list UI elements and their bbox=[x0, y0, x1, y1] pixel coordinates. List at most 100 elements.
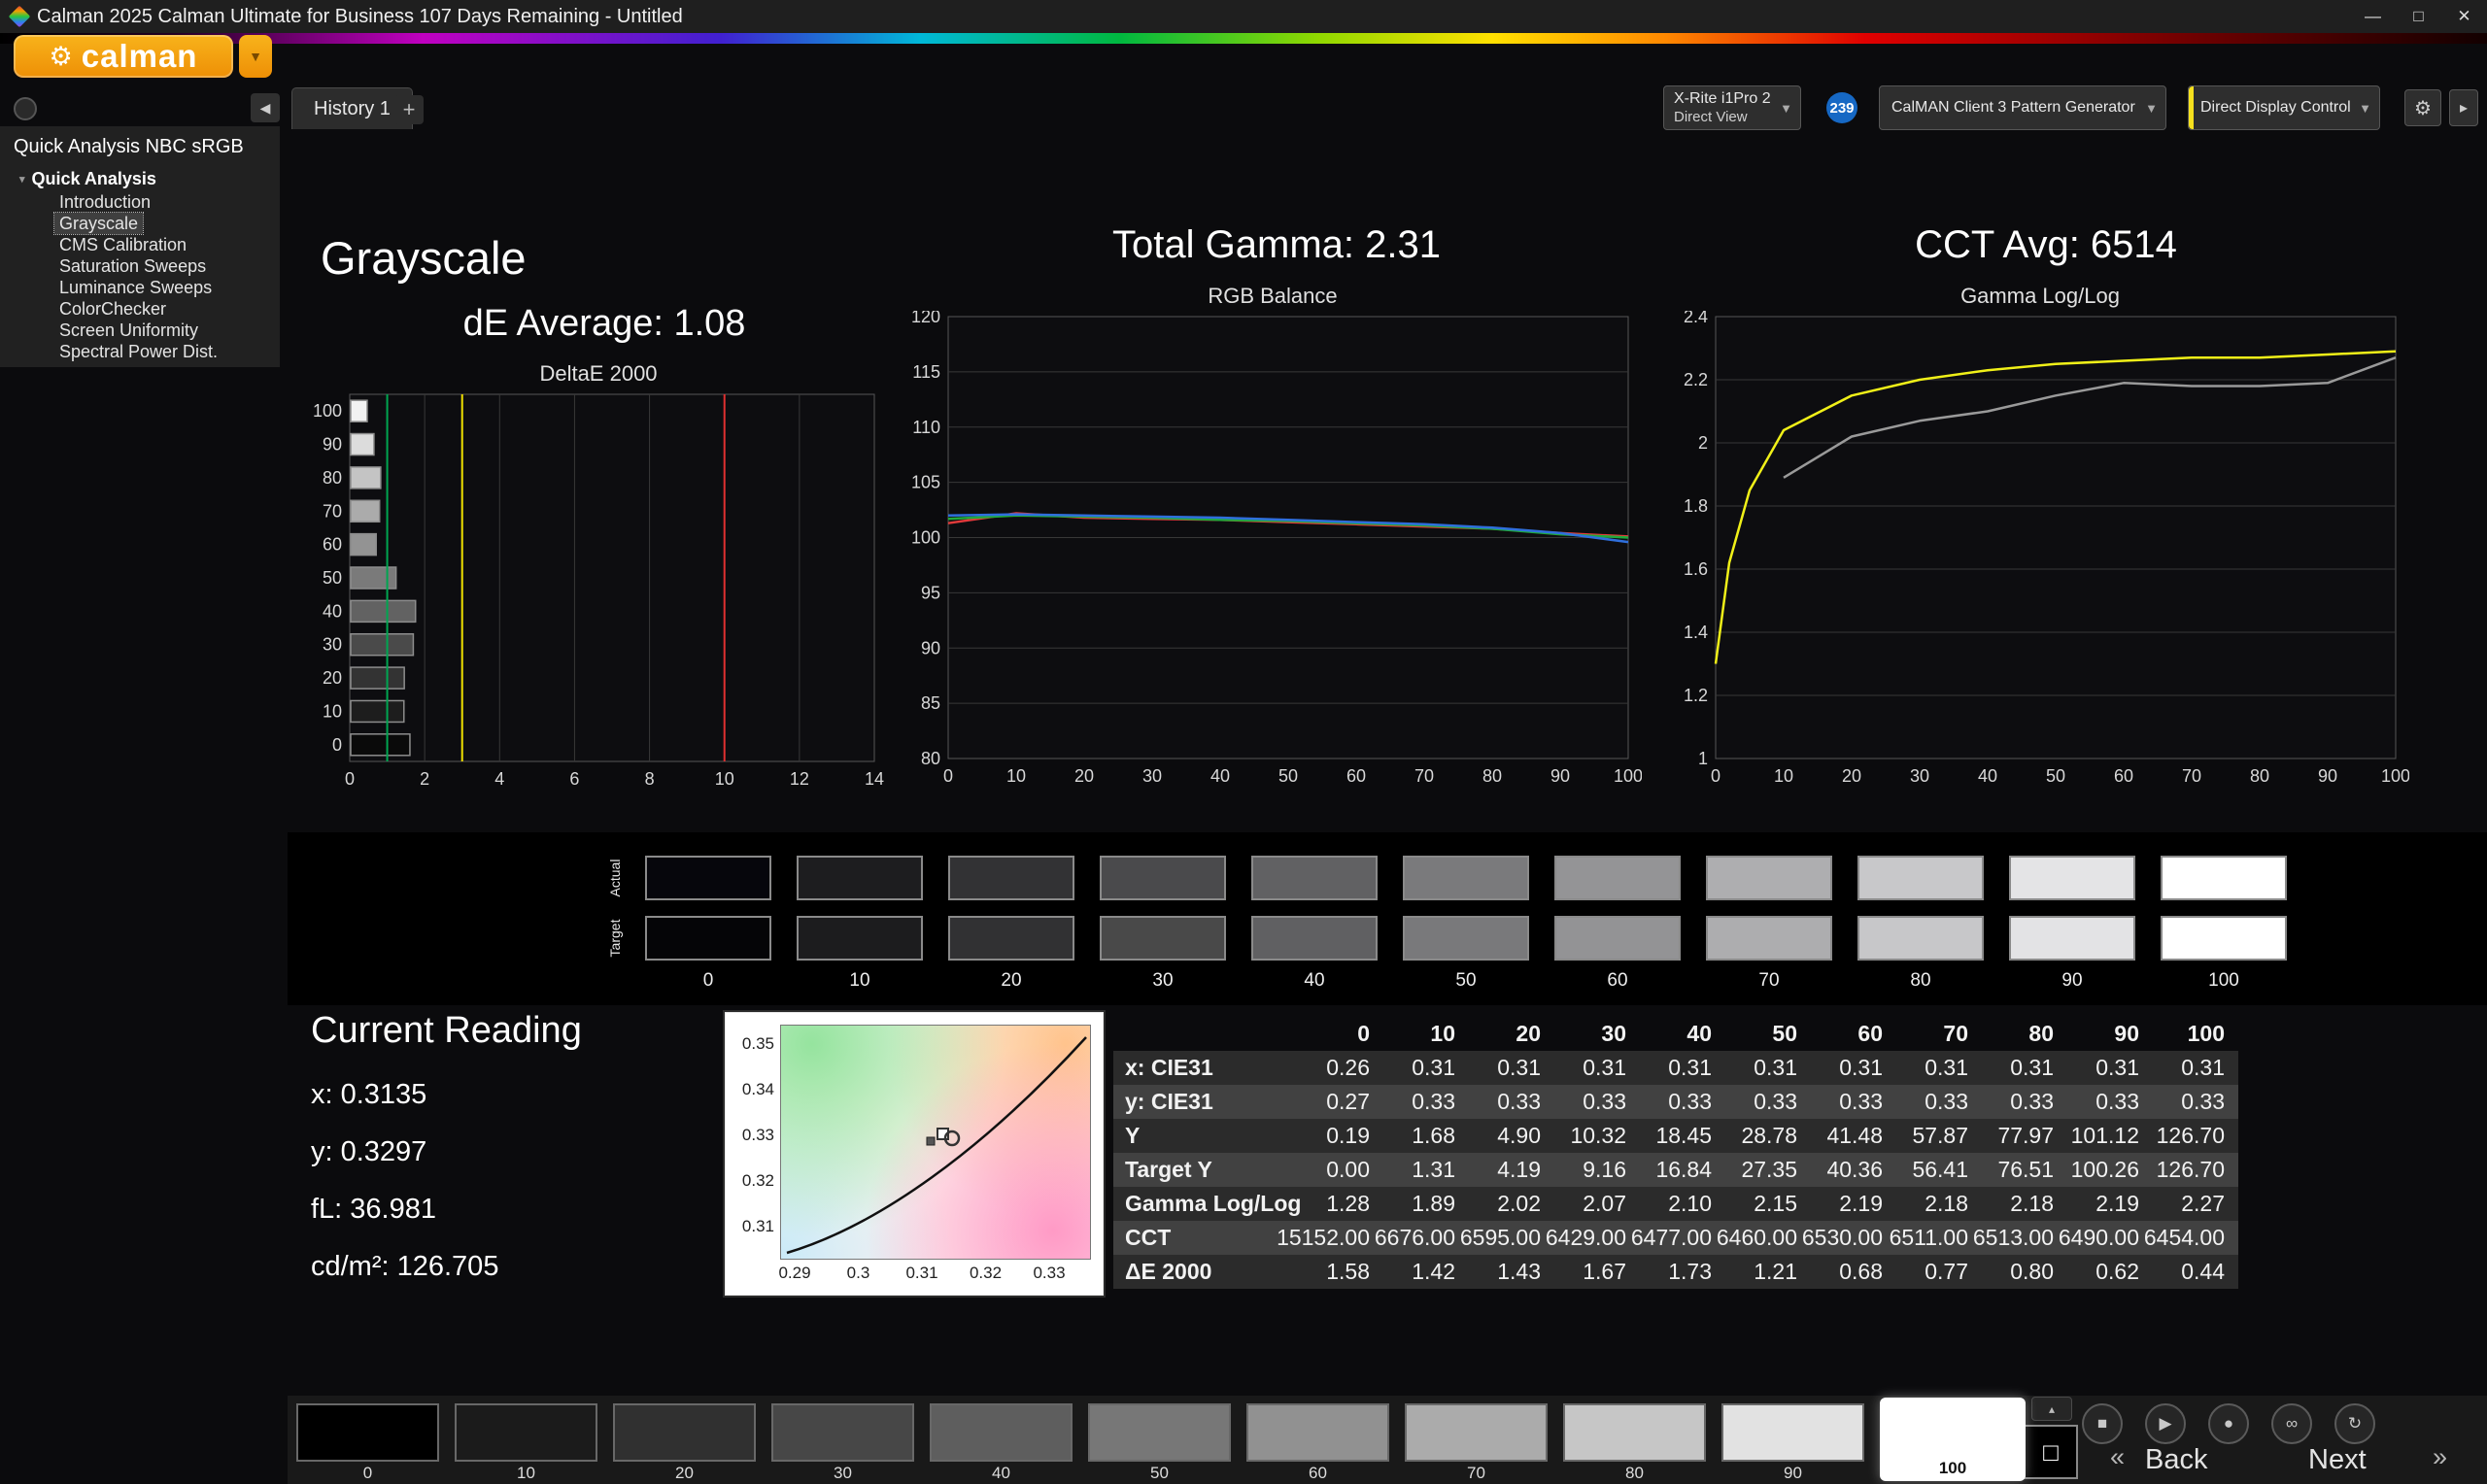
sidebar-root-node[interactable]: ▾ Quick Analysis bbox=[0, 166, 280, 191]
sidebar-item-spectral-power-dist[interactable]: Spectral Power Dist. bbox=[54, 341, 222, 362]
table-column-header: 80 bbox=[2028, 1021, 2054, 1046]
cie-panel: 0.35 0.34 0.33 0.32 0.31 0.29 0.3 0.31 0.32 0.33 bbox=[725, 1012, 1104, 1296]
pattern-generator-dropdown[interactable]: CalMAN Client 3 Pattern Generator ▼ bbox=[1879, 85, 2166, 130]
pattern-level-80[interactable] bbox=[1563, 1403, 1706, 1462]
table-row-target-y: Target Y 0.00 1.31 4.19 9.16 16.84 27.35 40.36 5… bbox=[1113, 1153, 2238, 1187]
table-cell: 0.31 bbox=[1668, 1055, 1712, 1080]
sidebar-item-colorchecker[interactable]: ColorChecker bbox=[54, 298, 171, 320]
swatch-column-label: 20 bbox=[1001, 970, 1022, 991]
settings-gear-button[interactable]: ⚙ bbox=[2404, 89, 2441, 126]
rgb-balance-chart: 120115110105100959085800 10 20 30 40 50 60 70 80… bbox=[911, 311, 1642, 786]
add-tab-button[interactable]: + bbox=[394, 95, 424, 124]
table-cell: 6513.00 bbox=[1972, 1225, 2054, 1250]
panel-expand-button[interactable]: ▸ bbox=[2449, 89, 2478, 126]
sidebar-item-screen-uniformity[interactable]: Screen Uniformity bbox=[54, 320, 203, 341]
svg-text:80: 80 bbox=[323, 468, 342, 488]
display-control-dropdown[interactable]: Direct Display Control ▼ bbox=[2188, 85, 2380, 130]
svg-text:70: 70 bbox=[2182, 766, 2201, 786]
rgb-balance-chart-title: RGB Balance bbox=[1208, 284, 1338, 308]
pattern-level-100[interactable]: 100 bbox=[1880, 1398, 2026, 1481]
pattern-window-button[interactable]: □ bbox=[2024, 1425, 2078, 1479]
table-cell: 28.78 bbox=[1741, 1123, 1797, 1148]
svg-text:0: 0 bbox=[943, 766, 953, 786]
next-button[interactable]: Next bbox=[2308, 1444, 2367, 1476]
pattern-level-70[interactable] bbox=[1405, 1403, 1548, 1462]
maximize-button[interactable]: □ bbox=[2396, 0, 2441, 33]
reading-x: x: 0.3135 bbox=[311, 1079, 427, 1110]
current-reading-title: Current Reading bbox=[311, 1010, 582, 1051]
sidebar-root-label: Quick Analysis bbox=[31, 168, 156, 188]
bar-expand-button[interactable]: ▴ bbox=[2031, 1397, 2072, 1421]
table-cell: 6460.00 bbox=[1716, 1225, 1797, 1250]
target-swatch-100 bbox=[2161, 916, 2287, 961]
target-swatch-20 bbox=[948, 916, 1074, 961]
play-button[interactable]: ▶ bbox=[2145, 1403, 2186, 1444]
sidebar-item-cms-calibration[interactable]: CMS Calibration bbox=[54, 234, 191, 255]
svg-text:120: 120 bbox=[911, 311, 940, 326]
target-swatch-60 bbox=[1554, 916, 1681, 961]
target-swatch-10 bbox=[797, 916, 923, 961]
svg-text:60: 60 bbox=[1346, 766, 1366, 786]
table-cell: 0.31 bbox=[2181, 1055, 2225, 1080]
sidebar-item-saturation-sweeps[interactable]: Saturation Sweeps bbox=[54, 255, 211, 277]
minimize-button[interactable]: — bbox=[2350, 0, 2396, 33]
svg-text:1.6: 1.6 bbox=[1684, 559, 1708, 579]
reference-point-marker bbox=[926, 1136, 936, 1146]
table-column-header: 60 bbox=[1857, 1021, 1883, 1046]
sidebar-collapse-button[interactable]: ◀ bbox=[251, 93, 280, 122]
sidebar-item-luminance-sweeps[interactable]: Luminance Sweeps bbox=[54, 277, 217, 298]
pattern-level-20[interactable] bbox=[613, 1403, 756, 1462]
svg-text:10: 10 bbox=[323, 701, 342, 721]
main-menu-dropdown[interactable]: ▼ bbox=[239, 35, 272, 78]
sidebar-tree: Introduction Grayscale CMS Calibration Satu… bbox=[0, 191, 280, 362]
svg-text:70: 70 bbox=[1414, 766, 1434, 786]
swatch-column-label: 30 bbox=[1152, 970, 1174, 991]
svg-text:115: 115 bbox=[912, 362, 940, 382]
svg-text:30: 30 bbox=[323, 635, 342, 655]
table-cell: 0.33 bbox=[1925, 1089, 1968, 1114]
table-cell: 0.33 bbox=[1668, 1089, 1712, 1114]
next-chevrons-icon[interactable]: » bbox=[2433, 1442, 2447, 1472]
svg-text:2.4: 2.4 bbox=[1684, 311, 1708, 326]
planckian-locus-curve bbox=[786, 1036, 1087, 1255]
refresh-button[interactable]: ↻ bbox=[2334, 1403, 2375, 1444]
pattern-level-50[interactable] bbox=[1088, 1403, 1231, 1462]
pattern-level-0[interactable] bbox=[296, 1403, 439, 1462]
meter-dropdown[interactable]: X-Rite i1Pro 2 Direct View ▼ bbox=[1663, 85, 1801, 130]
sidebar-item-introduction[interactable]: Introduction bbox=[54, 191, 155, 213]
close-button[interactable]: ✕ bbox=[2441, 0, 2487, 33]
pattern-level-40[interactable] bbox=[930, 1403, 1073, 1462]
pattern-level-60[interactable] bbox=[1246, 1403, 1389, 1462]
table-cell: 27.35 bbox=[1741, 1157, 1797, 1182]
back-button[interactable]: Back bbox=[2145, 1444, 2207, 1476]
svg-text:14: 14 bbox=[865, 769, 884, 789]
table-cell: 0.26 bbox=[1326, 1055, 1370, 1080]
back-chevrons-icon[interactable]: « bbox=[2110, 1442, 2125, 1472]
loop-button[interactable]: ∞ bbox=[2271, 1403, 2312, 1444]
table-cell: 2.07 bbox=[1583, 1191, 1626, 1216]
table-cell: 126.70 bbox=[2156, 1123, 2225, 1148]
stop-button[interactable]: ■ bbox=[2082, 1403, 2123, 1444]
actual-swatch-40 bbox=[1251, 856, 1378, 900]
svg-text:12: 12 bbox=[790, 769, 809, 789]
svg-text:8: 8 bbox=[645, 769, 655, 789]
deltae-chart: 0 2 4 6 8 10 12 141009080706050403020100 bbox=[313, 393, 884, 789]
svg-text:60: 60 bbox=[323, 535, 342, 555]
workspace-menu-button[interactable] bbox=[14, 97, 37, 120]
table-cell: 1.68 bbox=[1412, 1123, 1455, 1148]
table-cell: 0.62 bbox=[2095, 1259, 2139, 1284]
pattern-level-10[interactable] bbox=[455, 1403, 597, 1462]
patch-label: 40 bbox=[992, 1464, 1010, 1482]
meter-mode: Direct View bbox=[1674, 108, 1748, 125]
sidebar-item-grayscale[interactable]: Grayscale bbox=[52, 212, 145, 235]
pattern-level-30[interactable] bbox=[771, 1403, 914, 1462]
target-swatch-40 bbox=[1251, 916, 1378, 961]
svg-text:1.2: 1.2 bbox=[1684, 686, 1708, 705]
pattern-level-90[interactable] bbox=[1721, 1403, 1864, 1462]
record-button[interactable]: ● bbox=[2208, 1403, 2249, 1444]
cie-y-tick: 0.34 bbox=[741, 1080, 774, 1098]
calman-logo-button[interactable]: ⚙ calman bbox=[14, 35, 233, 78]
meter-count-badge[interactable]: 239 bbox=[1826, 92, 1857, 123]
svg-text:90: 90 bbox=[2318, 766, 2337, 786]
app-window: Calman 2025 Calman Ultimate for Business… bbox=[0, 0, 2487, 1484]
